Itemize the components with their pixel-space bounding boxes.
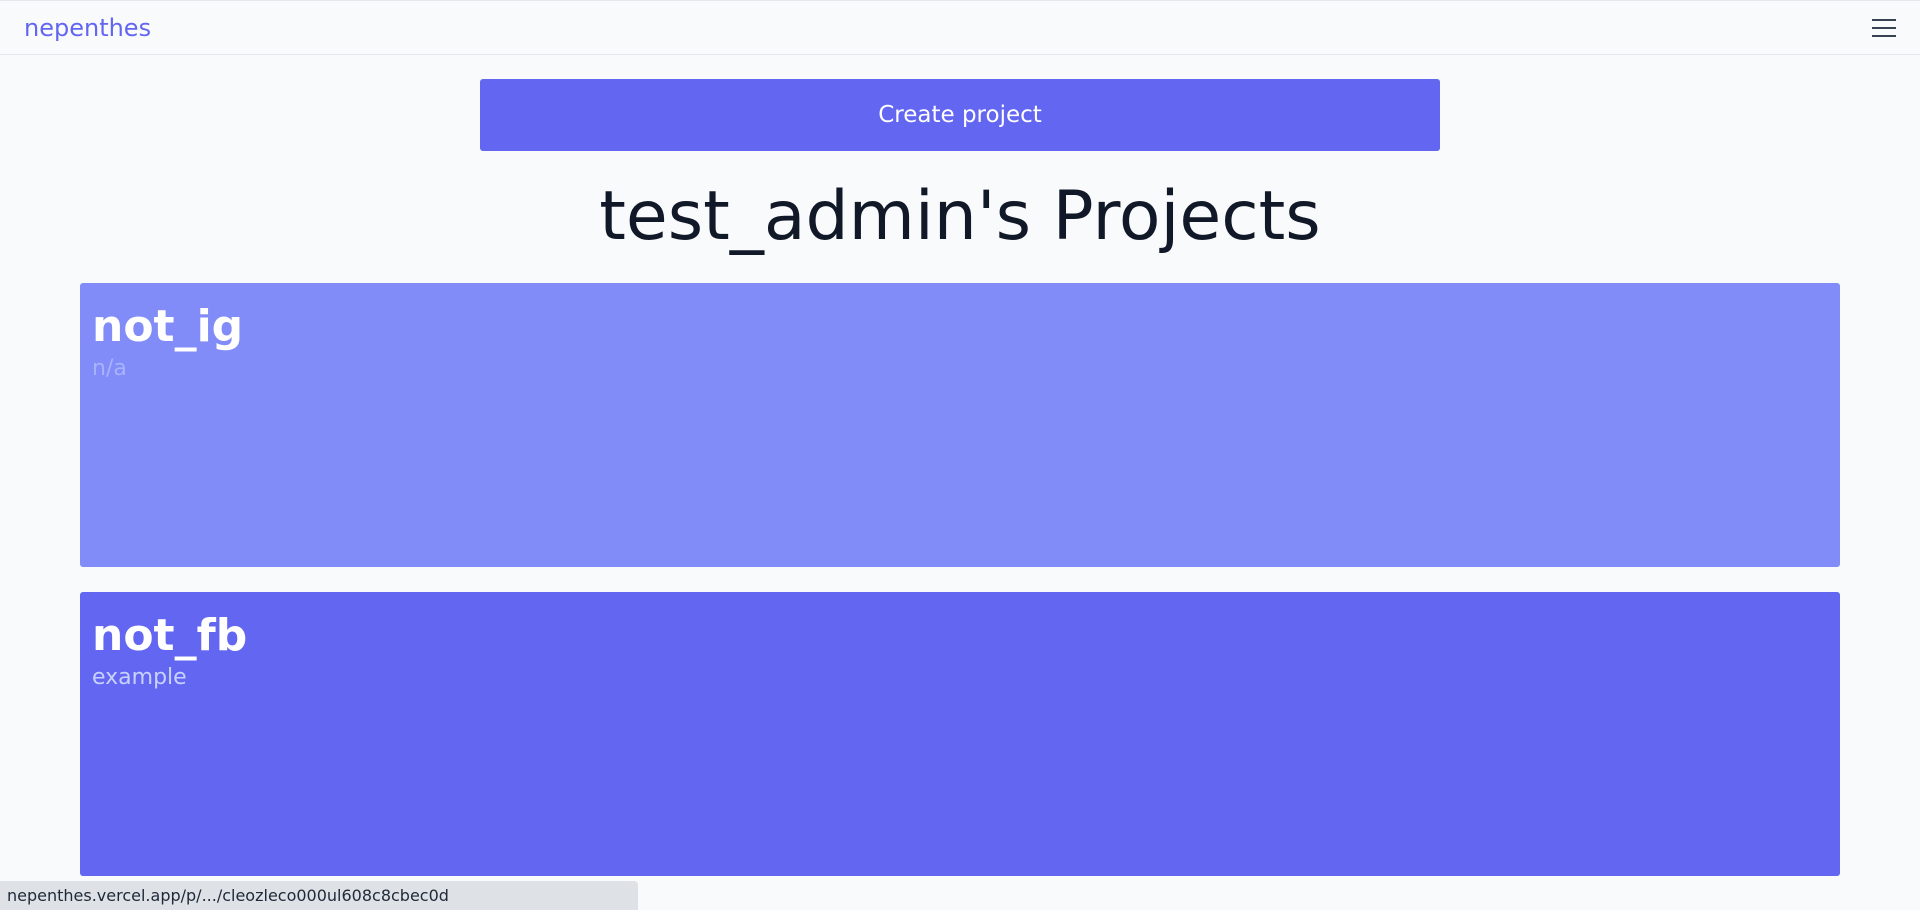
project-name: not_ig (92, 301, 244, 352)
project-description: n/a (92, 356, 127, 381)
project-description: example (92, 665, 187, 690)
project-card-not-ig[interactable]: not_ig n/a (80, 283, 1840, 567)
top-navbar: nepenthes (0, 0, 1920, 55)
project-name: not_fb (92, 610, 248, 661)
project-card-not-fb[interactable]: not_fb example (80, 592, 1840, 876)
menu-line (1872, 35, 1896, 37)
hamburger-menu-icon[interactable] (1872, 17, 1898, 39)
menu-line (1872, 27, 1896, 29)
brand-link[interactable]: nepenthes (24, 13, 151, 43)
page-title: test_admin's Projects (599, 177, 1321, 256)
menu-line (1872, 19, 1896, 21)
link-status-bar: nepenthes.vercel.app/p/.../cleozleco000u… (0, 881, 638, 910)
create-project-button[interactable]: Create project (480, 79, 1440, 151)
